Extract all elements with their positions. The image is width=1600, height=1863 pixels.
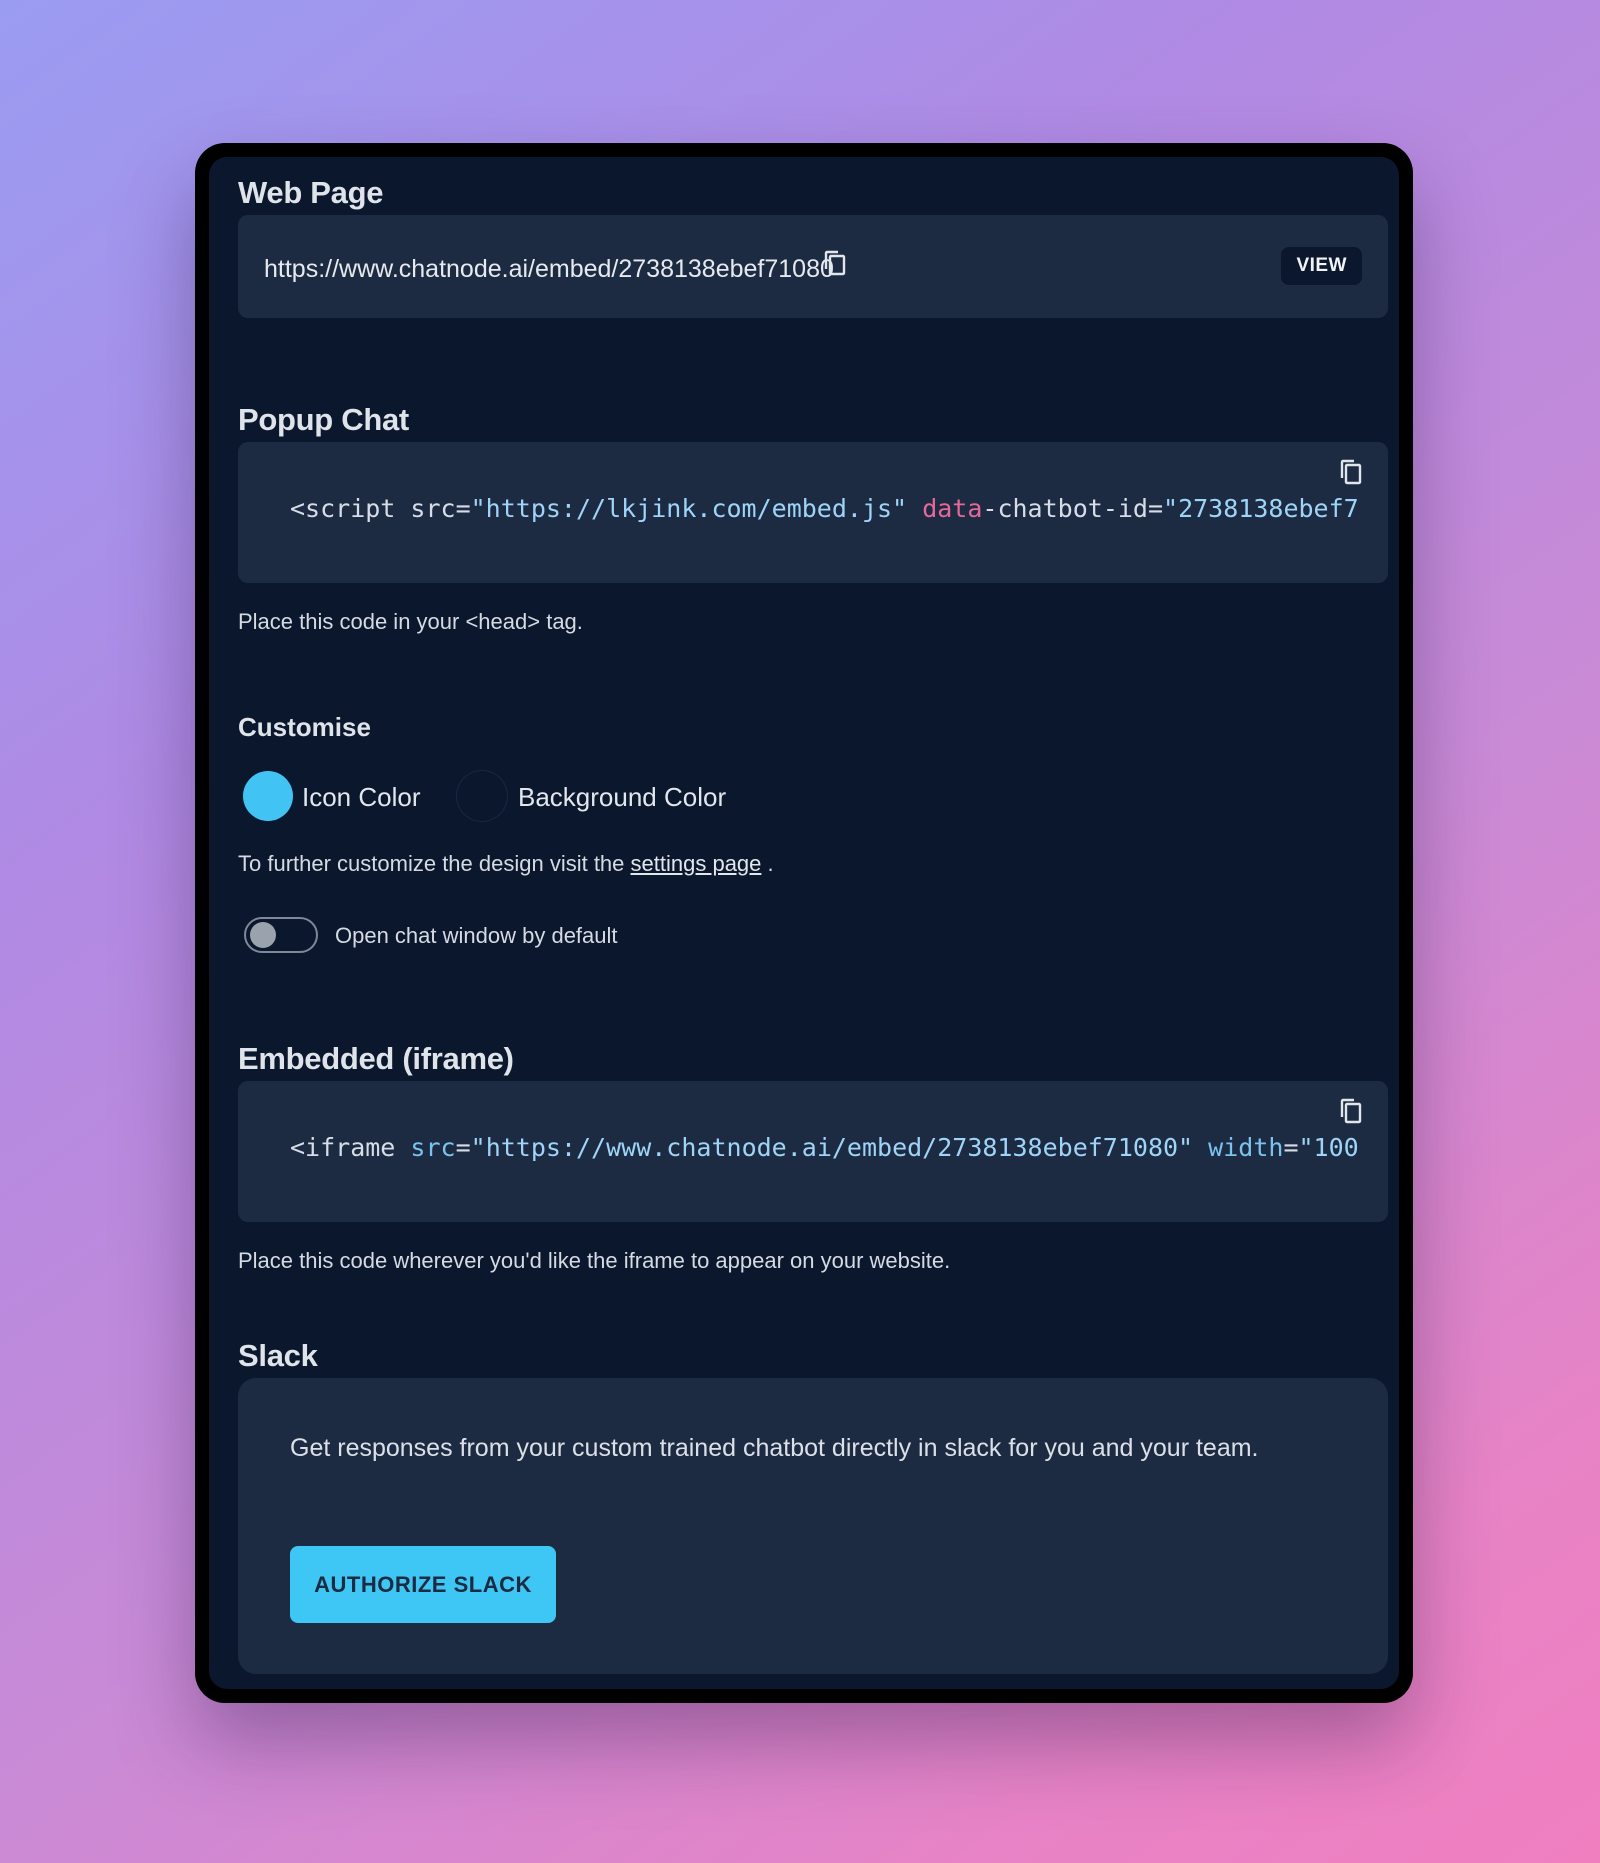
iframe-title: Embedded (iframe) — [238, 1041, 514, 1076]
further-text: To further customize the design visit th… — [238, 851, 631, 876]
toggle-knob — [250, 922, 276, 948]
popup-chat-title: Popup Chat — [238, 402, 409, 437]
code-token: src — [410, 1133, 456, 1162]
authorize-slack-button[interactable]: AUTHORIZE SLACK — [290, 1546, 556, 1623]
popup-chat-help: Place this code in your <head> tag. — [238, 609, 583, 634]
icon-color-swatch[interactable] — [243, 771, 293, 821]
device-frame: Web Page https://www.chatnode.ai/embed/2… — [195, 143, 1413, 1703]
code-token: data — [922, 494, 983, 523]
background-color-label: Background Color — [518, 782, 727, 812]
copy-iframe-code-icon[interactable] — [1338, 1097, 1364, 1125]
embed-url[interactable]: https://www.chatnode.ai/embed/2738138ebe… — [264, 255, 834, 284]
code-token: = — [1283, 1133, 1299, 1162]
copy-popup-code-icon[interactable] — [1338, 458, 1364, 486]
embed-settings-screen: Web Page https://www.chatnode.ai/embed/2… — [209, 157, 1399, 1689]
popup-chat-code-panel: <script src="https://lkjink.com/embed.js… — [238, 442, 1388, 583]
customize-further-text: To further customize the design visit th… — [238, 851, 774, 877]
further-text-end: . — [761, 851, 774, 876]
settings-page-link[interactable]: settings page — [631, 851, 762, 876]
code-token: = — [455, 1133, 471, 1162]
icon-color-label: Icon Color — [302, 782, 421, 812]
code-token: "https://www.chatnode.ai/embed/2738138eb… — [470, 1133, 1194, 1162]
iframe-code-panel: <iframe src="https://www.chatnode.ai/emb… — [238, 1081, 1388, 1222]
code-token: -chatbot-id= — [982, 494, 1164, 523]
open-chat-default-toggle[interactable] — [244, 917, 318, 953]
slack-panel: Get responses from your custom trained c… — [238, 1378, 1388, 1674]
code-token: "https://lkjink.com/embed.js" — [470, 494, 908, 523]
slack-description: Get responses from your custom trained c… — [290, 1434, 1259, 1462]
copy-url-icon[interactable] — [822, 249, 848, 277]
customise-title: Customise — [238, 712, 371, 742]
code-token: <script src= — [290, 494, 471, 523]
view-button[interactable]: VIEW — [1281, 247, 1362, 285]
code-token: width — [1208, 1133, 1284, 1162]
web-page-url-panel: https://www.chatnode.ai/embed/2738138ebe… — [238, 215, 1388, 318]
code-token: "2738138ebef7 — [1163, 494, 1359, 523]
open-chat-default-label: Open chat window by default — [335, 923, 618, 948]
popup-chat-code[interactable]: <script src="https://lkjink.com/embed.js… — [290, 494, 1359, 523]
iframe-help: Place this code wherever you'd like the … — [238, 1248, 951, 1273]
code-token: <iframe — [290, 1133, 411, 1162]
code-token: "100 — [1298, 1133, 1359, 1162]
iframe-code[interactable]: <iframe src="https://www.chatnode.ai/emb… — [290, 1133, 1359, 1162]
background-color-swatch[interactable] — [457, 771, 507, 821]
web-page-title: Web Page — [238, 175, 384, 210]
slack-title: Slack — [238, 1338, 318, 1373]
